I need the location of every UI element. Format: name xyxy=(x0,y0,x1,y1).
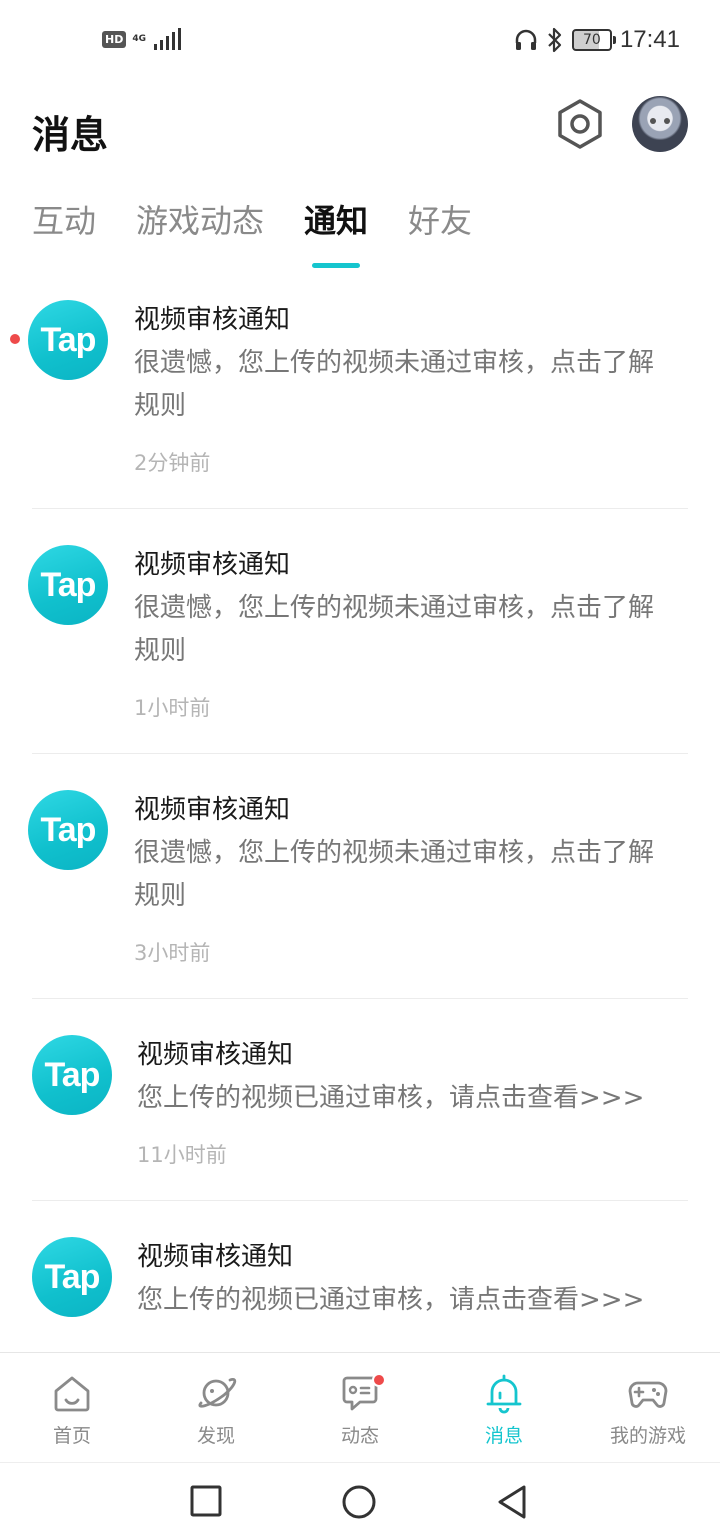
notification-title: 视频审核通知 xyxy=(134,550,291,580)
notification-item[interactable]: Tap 视频审核通知 很遗憾，您上传的视频未通过审核，点击了解规则 1小时前 xyxy=(0,541,720,754)
notification-title: 视频审核通知 xyxy=(137,1242,294,1272)
nav-discover[interactable]: 发现 xyxy=(144,1353,288,1462)
tap-logo-icon: Tap xyxy=(28,545,108,625)
avatar[interactable] xyxy=(632,96,688,152)
status-right: 70 17:41 xyxy=(514,26,680,54)
settings-button[interactable] xyxy=(554,98,606,150)
signal-icon xyxy=(154,28,181,50)
gamepad-icon xyxy=(628,1381,668,1408)
unread-dot xyxy=(10,334,20,344)
nav-home[interactable]: 首页 xyxy=(0,1353,144,1462)
tap-logo-icon: Tap xyxy=(32,1237,112,1317)
nav-feed[interactable]: 动态 xyxy=(288,1353,432,1462)
notification-text: 视频审核通知 您上传的视频已通过审核，请点击查看>>> 11小时前 xyxy=(137,1031,688,1200)
notification-item[interactable]: Tap 视频审核通知 您上传的视频已通过审核，请点击查看>>> xyxy=(0,1233,720,1352)
notification-item-body: Tap 视频审核通知 您上传的视频已通过审核，请点击查看>>> 11小时前 xyxy=(32,1031,688,1201)
nav-messages[interactable]: 消息 xyxy=(432,1353,576,1462)
notification-item[interactable]: Tap 视频审核通知 很遗憾，您上传的视频未通过审核，点击了解规则 2分钟前 xyxy=(0,296,720,509)
page-title: 消息 xyxy=(32,113,109,157)
planet-icon xyxy=(198,1377,237,1408)
tab-game-updates[interactable]: 游戏动态 xyxy=(136,196,264,268)
notification-item-body: Tap 视频审核通知 很遗憾，您上传的视频未通过审核，点击了解规则 1小时前 xyxy=(28,541,688,754)
notification-time: 1小时前 xyxy=(134,696,211,720)
system-nav-bar xyxy=(0,1462,720,1540)
notification-body: 很遗憾，您上传的视频未通过审核，点击了解规则 xyxy=(134,593,655,666)
notification-time: 2分钟前 xyxy=(134,451,211,475)
notification-item[interactable]: Tap 视频审核通知 很遗憾，您上传的视频未通过审核，点击了解规则 3小时前 xyxy=(0,786,720,999)
notification-text: 视频审核通知 很遗憾，您上传的视频未通过审核，点击了解规则 3小时前 xyxy=(134,786,688,998)
nav-label: 我的游戏 xyxy=(609,1425,686,1447)
tap-logo-text: Tap xyxy=(44,1055,101,1094)
notification-text: 视频审核通知 您上传的视频已通过审核，请点击查看>>> xyxy=(137,1233,688,1352)
headphones-icon xyxy=(515,29,537,50)
notification-time xyxy=(137,1342,688,1352)
notification-text: 视频审核通知 很遗憾，您上传的视频未通过审核，点击了解规则 1小时前 xyxy=(134,541,688,753)
battery-level: 70 xyxy=(583,32,601,48)
tab-friends[interactable]: 好友 xyxy=(408,196,472,268)
clock: 17:41 xyxy=(619,26,680,53)
nav-label: 消息 xyxy=(484,1425,523,1447)
tap-logo-text: Tap xyxy=(40,565,97,604)
notification-time: 3小时前 xyxy=(134,941,211,965)
tap-logo-icon: Tap xyxy=(32,1035,112,1115)
notification-item-body: Tap 视频审核通知 很遗憾，您上传的视频未通过审核，点击了解规则 3小时前 xyxy=(28,786,688,999)
recents-square-icon[interactable] xyxy=(188,1483,224,1519)
notification-item-body: Tap 视频审核通知 很遗憾，您上传的视频未通过审核，点击了解规则 2分钟前 xyxy=(10,296,688,509)
home-circle-icon[interactable] xyxy=(340,1483,378,1521)
tap-logo-icon: Tap xyxy=(28,790,108,870)
bluetooth-icon xyxy=(548,27,562,53)
notification-body: 很遗憾，您上传的视频未通过审核，点击了解规则 xyxy=(134,348,655,421)
battery-indicator: 70 xyxy=(571,29,616,51)
hd-badge: HD xyxy=(102,30,127,48)
nav-label: 首页 xyxy=(52,1425,91,1447)
back-triangle-icon[interactable] xyxy=(494,1483,530,1521)
tap-logo-text: Tap xyxy=(44,1257,101,1296)
notification-body: 您上传的视频已通过审核，请点击查看>>> xyxy=(137,1083,645,1113)
tap-logo-text: Tap xyxy=(40,320,97,359)
notification-list: Tap 视频审核通知 很遗憾，您上传的视频未通过审核，点击了解规则 2分钟前 T… xyxy=(0,296,720,1352)
notification-item[interactable]: Tap 视频审核通知 您上传的视频已通过审核，请点击查看>>> 11小时前 xyxy=(0,1031,720,1201)
bell-icon xyxy=(486,1374,522,1414)
notification-item-body: Tap 视频审核通知 您上传的视频已通过审核，请点击查看>>> xyxy=(32,1233,688,1352)
tab-bar: 互动 游戏动态 通知 好友 xyxy=(32,196,512,268)
tab-notifications[interactable]: 通知 xyxy=(304,196,368,268)
notification-title: 视频审核通知 xyxy=(134,795,291,825)
status-bar: HD 4G 70 17:41 xyxy=(0,0,720,84)
nav-my-games[interactable]: 我的游戏 xyxy=(576,1353,720,1462)
settings-hexagon-icon xyxy=(558,99,602,149)
notification-body: 您上传的视频已通过审核，请点击查看>>> xyxy=(137,1285,645,1315)
notification-title: 视频审核通知 xyxy=(134,305,291,335)
tap-logo-text: Tap xyxy=(40,810,97,849)
header: 消息 xyxy=(0,84,720,168)
nav-label: 动态 xyxy=(340,1425,379,1447)
notification-text: 视频审核通知 很遗憾，您上传的视频未通过审核，点击了解规则 2分钟前 xyxy=(134,296,688,508)
notification-body: 很遗憾，您上传的视频未通过审核，点击了解规则 xyxy=(134,838,655,911)
tap-logo-icon: Tap xyxy=(28,300,108,380)
network-type: 4G xyxy=(132,34,146,44)
nav-label: 发现 xyxy=(196,1425,235,1447)
status-left: HD 4G xyxy=(102,28,184,50)
bottom-nav: 首页 发现 动态 消息 我的游戏 xyxy=(0,1352,720,1462)
notification-time: 11小时前 xyxy=(137,1143,227,1167)
home-icon xyxy=(54,1376,90,1412)
notification-title: 视频审核通知 xyxy=(137,1040,294,1070)
nav-badge xyxy=(372,1373,386,1387)
tab-interaction[interactable]: 互动 xyxy=(32,196,96,268)
